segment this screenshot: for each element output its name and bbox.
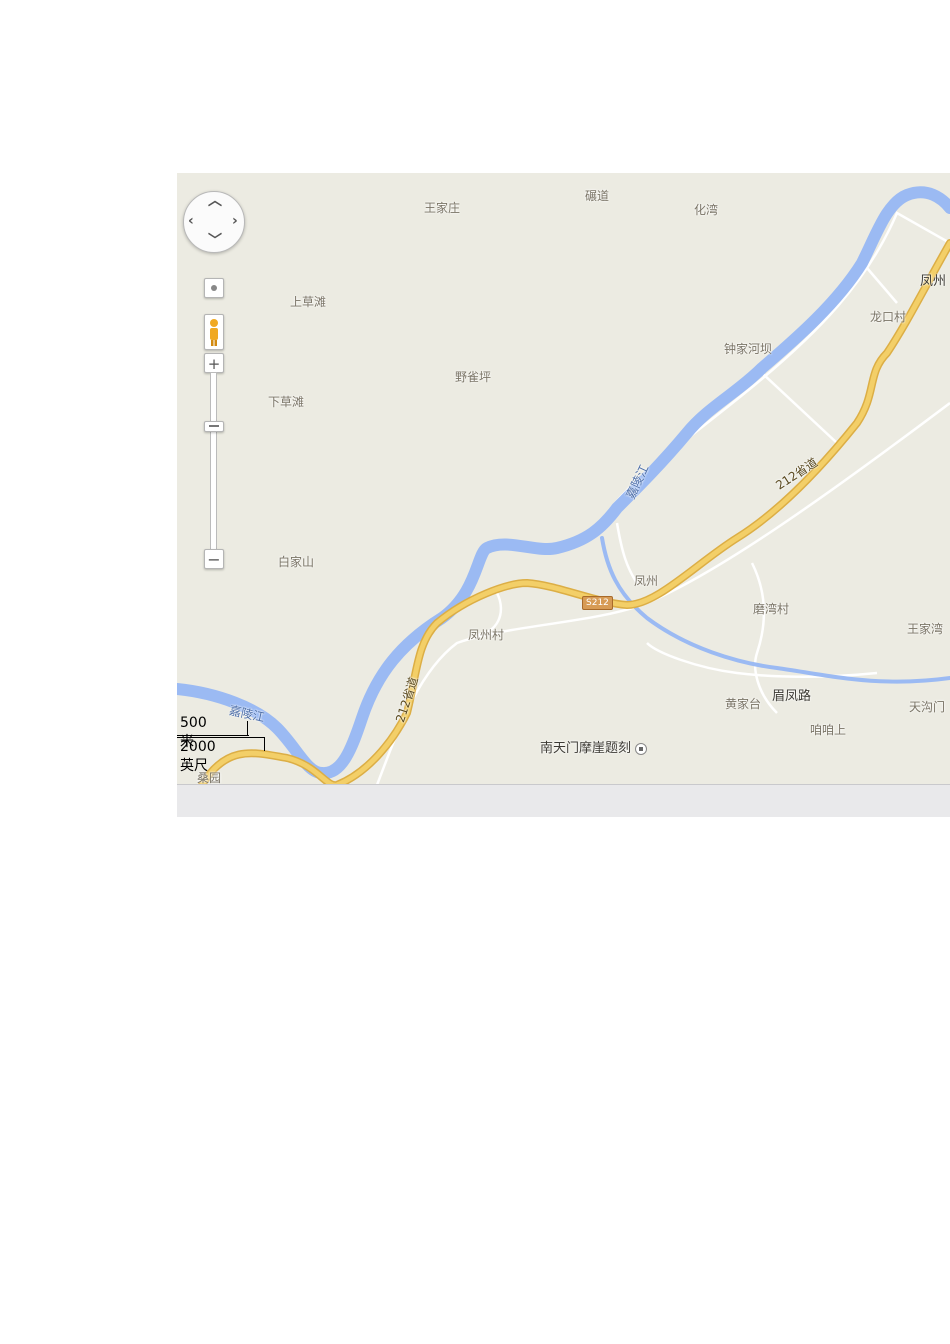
place-label: 凤州: [920, 274, 947, 289]
pan-right-icon[interactable]: ›: [232, 214, 238, 228]
place-label: 磨湾村: [753, 602, 790, 616]
river: [177, 186, 950, 779]
map-footer-bar: [177, 784, 950, 817]
reset-view-button[interactable]: [204, 278, 224, 298]
pan-control[interactable]: ︿ ﹀ ‹ ›: [183, 191, 245, 253]
highway-s212: [198, 239, 950, 790]
place-label: 黄家台: [725, 697, 762, 711]
pan-down-icon[interactable]: ﹀: [208, 234, 222, 248]
place-label: 凤州: [634, 574, 659, 588]
place-label: 下草滩: [268, 395, 305, 409]
zoom-out-icon: −: [207, 550, 221, 569]
map-view[interactable]: 王家庄 碾道 化湾 凤州 龙口村 上草滩 钟家河坝 野雀坪 下草滩 白家山 凤州…: [177, 173, 950, 817]
place-label: 龙口村: [870, 310, 907, 324]
place-label: 化湾: [694, 203, 719, 217]
place-label: 野雀坪: [455, 370, 492, 384]
place-label: 王家湾: [907, 622, 944, 636]
minor-roads: [375, 211, 950, 786]
road-label: 眉凤路: [772, 689, 812, 704]
zoom-slider-handle[interactable]: [204, 421, 224, 432]
place-label: 白家山: [278, 555, 315, 569]
scale-imperial: 2000 英尺: [180, 739, 216, 774]
place-label: 上草滩: [290, 295, 327, 309]
place-label: 钟家河坝: [724, 342, 773, 356]
pegman-icon: [210, 319, 218, 346]
zoom-in-icon: +: [207, 355, 221, 373]
target-icon: [211, 285, 217, 291]
place-label: 碾道: [585, 189, 610, 203]
poi-label[interactable]: 南天门摩崖题刻: [540, 737, 648, 756]
zoom-in-button[interactable]: +: [204, 353, 224, 373]
place-label: 王家庄: [424, 201, 461, 215]
place-label: 咱咱上: [810, 723, 847, 737]
place-label: 凤州村: [468, 628, 505, 642]
pan-up-icon[interactable]: ︿: [208, 194, 222, 208]
poi-icon: [635, 742, 648, 755]
zoom-out-button[interactable]: −: [204, 549, 224, 569]
pan-left-icon[interactable]: ‹: [188, 214, 194, 228]
street-view-button[interactable]: [204, 314, 224, 350]
poi-name: 南天门摩崖题刻: [540, 741, 632, 756]
place-label: 天沟门: [909, 700, 946, 714]
route-shield: S212: [582, 596, 613, 610]
zoom-slider-track[interactable]: [210, 372, 217, 554]
